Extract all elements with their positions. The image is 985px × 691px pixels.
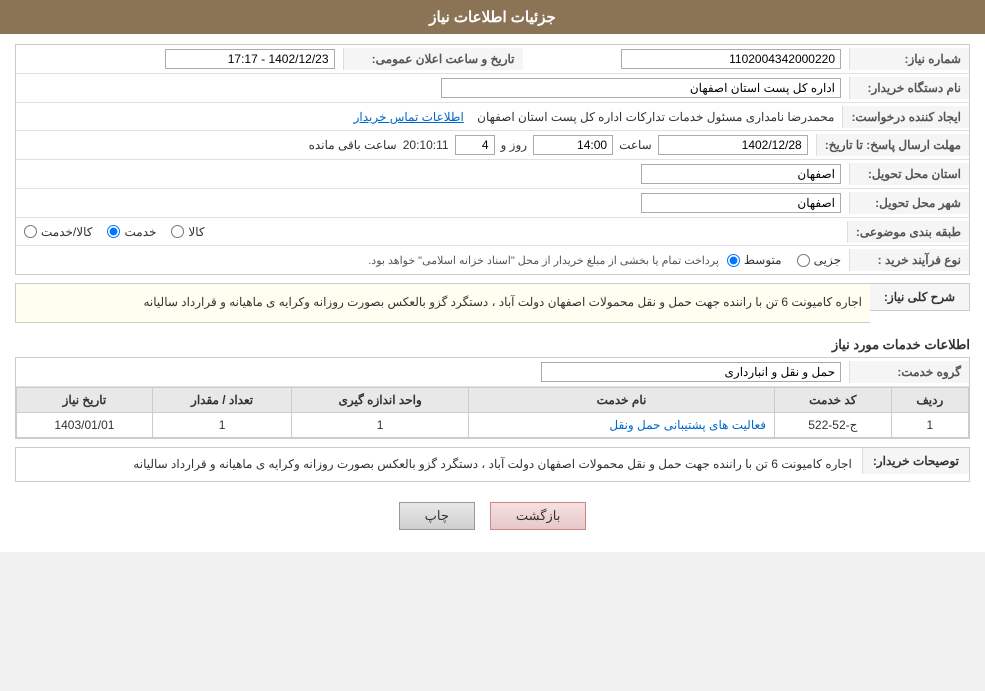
ijad-text: محمدرضا نامداری مسئول خدمات تدارکات ادار… <box>477 110 834 124</box>
ostan-value <box>16 160 849 188</box>
th-code: کد خدمت <box>775 387 892 412</box>
buyer-notes-row: توصیحات خریدار: اجاره کامیونت 6 تن با را… <box>16 448 969 482</box>
rooz-label: روز و <box>501 138 528 152</box>
page-wrapper: جزئیات اطلاعات نیاز شماره نیاز: تاریخ و … <box>0 0 985 552</box>
ijad-link[interactable]: اطلاعات تماس خریدار <box>354 110 464 124</box>
row-nooe-farayand: نوع فرآیند خرید : متوسط جزیی <box>16 246 969 274</box>
mohlat-saat-input[interactable] <box>533 135 613 155</box>
radio-jozii[interactable]: جزیی <box>797 253 841 267</box>
tabaqe-value: کالا/خدمت خدمت کالا <box>16 221 847 243</box>
sharh-label: شرح کلی نیاز: <box>884 290 955 304</box>
dastgah-input[interactable] <box>441 78 841 98</box>
radio-kala-label: کالا <box>188 225 204 239</box>
radio-motavaset-label: متوسط <box>744 253 782 267</box>
radio-khadamat-input[interactable] <box>107 225 120 238</box>
print-button[interactable]: چاپ <box>399 502 475 530</box>
radio-motavaset[interactable]: متوسط <box>727 253 782 267</box>
ijad-label: ایجاد کننده درخواست: <box>842 106 969 128</box>
nooe-label: نوع فرآیند خرید : <box>849 249 969 271</box>
row-shomara-tarikh: شماره نیاز: تاریخ و ساعت اعلان عمومی: <box>16 45 969 74</box>
page-header: جزئیات اطلاعات نیاز <box>0 0 985 34</box>
shahr-input[interactable] <box>641 193 841 213</box>
services-section: گروه خدمت: ردیف کد خدمت نام خدمت واحد ان… <box>15 357 970 439</box>
row-ijad: ایجاد کننده درخواست: محمدرضا نامداری مسئ… <box>16 103 969 131</box>
cell-unit: 1 <box>292 412 469 437</box>
th-count: تعداد / مقدار <box>152 387 291 412</box>
cell-radif: 1 <box>891 412 968 437</box>
tarikh-input[interactable] <box>165 49 335 69</box>
saat-mande-value: 20:10:11 <box>403 138 449 152</box>
cell-count: 1 <box>152 412 291 437</box>
row-mohlat: مهلت ارسال پاسخ: تا تاریخ: ساعت روز و 20… <box>16 131 969 160</box>
nooe-note: پرداخت تمام یا بخشی از مبلغ خریدار از مح… <box>368 254 719 267</box>
saat-label: ساعت <box>619 138 652 152</box>
mohlat-rooz-input[interactable] <box>455 135 495 155</box>
radio-khadamat[interactable]: خدمت <box>107 225 156 239</box>
mohlat-date-input[interactable] <box>658 135 808 155</box>
row-tabaqe: طبقه بندی موضوعی: کالا/خدمت خدمت کالا <box>16 218 969 246</box>
ijad-value: محمدرضا نامداری مسئول خدمات تدارکات ادار… <box>16 106 842 128</box>
saat-mande-label: ساعت باقی مانده <box>309 138 397 152</box>
radio-khadamat-label: خدمت <box>124 225 156 239</box>
row-grooh: گروه خدمت: <box>16 358 969 387</box>
mohlat-label: مهلت ارسال پاسخ: تا تاریخ: <box>816 134 969 156</box>
bottom-buttons: بازگشت چاپ <box>15 490 970 542</box>
cell-code: ج-52-522 <box>775 412 892 437</box>
tarikh-value <box>16 45 343 73</box>
nooe-value: متوسط جزیی پرداخت تمام یا بخشی از مبلغ خ… <box>16 249 849 271</box>
table-row: 1 ج-52-522 فعالیت های پشتیبانی حمل ونقل … <box>17 412 969 437</box>
th-date: تاریخ نیاز <box>17 387 153 412</box>
buyer-notes-section: توصیحات خریدار: اجاره کامیونت 6 تن با را… <box>15 447 970 483</box>
shahr-value <box>16 189 849 217</box>
sharh-value: اجاره کامیونت 6 تن با راننده جهت حمل و ن… <box>143 295 862 309</box>
radio-kala-khadamat-input[interactable] <box>24 225 37 238</box>
tabaqe-label: طبقه بندی موضوعی: <box>847 221 969 243</box>
tosif-label: توصیحات خریدار: <box>862 448 969 474</box>
grooh-value <box>16 358 849 386</box>
row-dastgah: نام دستگاه خریدار: <box>16 74 969 103</box>
radio-kala-khadamat[interactable]: کالا/خدمت <box>24 225 92 239</box>
th-unit: واحد اندازه گیری <box>292 387 469 412</box>
main-info-section: شماره نیاز: تاریخ و ساعت اعلان عمومی: نا… <box>15 44 970 275</box>
th-radif: ردیف <box>891 387 968 412</box>
ostan-input[interactable] <box>641 164 841 184</box>
tosif-value: اجاره کامیونت 6 تن با راننده جهت حمل و ن… <box>133 457 852 471</box>
th-name: نام خدمت <box>468 387 774 412</box>
radio-jozii-label: جزیی <box>814 253 841 267</box>
row-shahr: شهر محل تحویل: <box>16 189 969 218</box>
table-header-row: ردیف کد خدمت نام خدمت واحد اندازه گیری ت… <box>17 387 969 412</box>
radio-kala-input[interactable] <box>171 225 184 238</box>
dastgah-value <box>16 74 849 102</box>
khadamat-section: اطلاعات خدمات مورد نیاز گروه خدمت: ردیف … <box>15 331 970 439</box>
shomara-value <box>523 45 850 73</box>
back-button[interactable]: بازگشت <box>490 502 586 530</box>
page-title: جزئیات اطلاعات نیاز <box>429 9 556 26</box>
cell-name: فعالیت های پشتیبانی حمل ونقل <box>468 412 774 437</box>
shomara-label: شماره نیاز: <box>849 48 969 70</box>
radio-jozii-input[interactable] <box>797 254 810 267</box>
ostan-label: استان محل تحویل: <box>849 163 969 185</box>
mohlat-value: ساعت روز و 20:10:11 ساعت باقی مانده <box>16 131 816 159</box>
row-ostan: استان محل تحویل: <box>16 160 969 189</box>
grooh-label: گروه خدمت: <box>849 361 969 383</box>
khadamat-title: اطلاعات خدمات مورد نیاز <box>15 331 970 357</box>
dastgah-label: نام دستگاه خریدار: <box>849 77 969 99</box>
radio-kala-khadamat-label: کالا/خدمت <box>41 225 92 239</box>
sharh-section: شرح کلی نیاز: اجاره کامیونت 6 تن با رانن… <box>15 283 970 323</box>
radio-motavaset-input[interactable] <box>727 254 740 267</box>
shomara-input[interactable] <box>621 49 841 69</box>
tarikh-label: تاریخ و ساعت اعلان عمومی: <box>343 48 523 70</box>
tosif-content: اجاره کامیونت 6 تن با راننده جهت حمل و ن… <box>16 448 862 482</box>
cell-date: 1403/01/01 <box>17 412 153 437</box>
shahr-label: شهر محل تحویل: <box>849 192 969 214</box>
grooh-input[interactable] <box>541 362 841 382</box>
services-table: ردیف کد خدمت نام خدمت واحد اندازه گیری ت… <box>16 387 969 438</box>
radio-kala[interactable]: کالا <box>171 225 204 239</box>
main-content: شماره نیاز: تاریخ و ساعت اعلان عمومی: نا… <box>0 34 985 552</box>
